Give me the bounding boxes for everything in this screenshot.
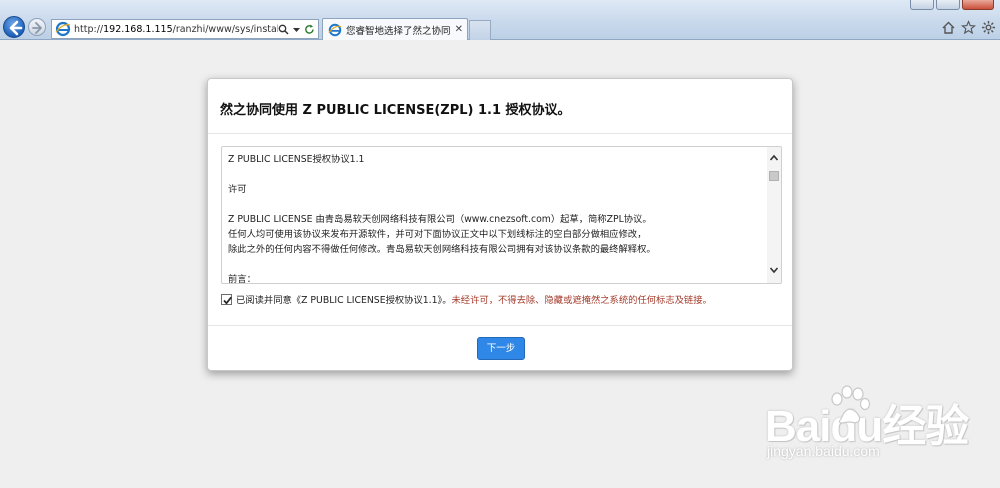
- back-button[interactable]: [3, 16, 25, 38]
- license-line: 任何人均可使用该协议来发布开源软件，并可对下面协议正文中以下划线标注的空白部分做…: [228, 229, 647, 240]
- close-window-button[interactable]: [962, 0, 994, 10]
- dropdown-icon[interactable]: [292, 24, 301, 35]
- agree-label[interactable]: 已阅读并同意《Z PUBLIC LICENSE授权协议1.1》。: [236, 292, 452, 306]
- search-icon[interactable]: [278, 24, 289, 35]
- license-line: 许可: [228, 184, 247, 195]
- tab-title: 您睿智地选择了然之协同! - ...: [346, 25, 451, 37]
- watermark-url: jingyan.baidu.com: [767, 443, 880, 459]
- scroll-up-icon[interactable]: [768, 153, 780, 165]
- maximize-button[interactable]: [936, 0, 960, 10]
- tab-ie-icon: [328, 23, 342, 36]
- tab-active[interactable]: 您睿智地选择了然之协同! - ... ✕: [322, 18, 468, 40]
- agree-warning: 未经许可，不得去除、隐藏或遮掩然之系统的任何标志及链接。: [451, 295, 712, 306]
- agree-checkbox[interactable]: [221, 293, 232, 305]
- baidu-watermark: Baidu经验 jingyan.baidu.com: [765, 385, 985, 475]
- new-tab-button[interactable]: [469, 20, 491, 40]
- dialog-footer: 下一步: [208, 325, 792, 371]
- star-icon[interactable]: [960, 20, 977, 35]
- license-line: 除此之外的任何内容不得做任何修改。青岛易软天创网络科技有限公司拥有对该协议条款的…: [228, 244, 656, 255]
- dialog-header: 然之协同使用 Z PUBLIC LICENSE(ZPL) 1.1 授权协议。: [208, 79, 792, 134]
- toolbar-right: [941, 20, 996, 35]
- minimize-button[interactable]: [910, 0, 934, 10]
- forward-arrow-icon: [32, 22, 42, 34]
- home-icon[interactable]: [941, 20, 956, 35]
- back-arrow-icon: [9, 20, 23, 36]
- scroll-down-icon[interactable]: [768, 265, 780, 277]
- refresh-icon[interactable]: [304, 24, 315, 35]
- license-line: 前言：: [228, 274, 256, 284]
- address-bar[interactable]: http://192.168.1.115/ranzhi/www/sys/inst…: [51, 19, 319, 39]
- gear-icon[interactable]: [981, 20, 996, 35]
- license-text: Z PUBLIC LICENSE授权协议1.1 许可 Z PUBLIC LICE…: [222, 147, 781, 284]
- window-controls: [910, 0, 994, 10]
- address-tools: [278, 24, 315, 35]
- checkmark-icon: [223, 296, 232, 305]
- next-button[interactable]: 下一步: [477, 337, 525, 360]
- license-dialog: 然之协同使用 Z PUBLIC LICENSE(ZPL) 1.1 授权协议。 Z…: [207, 78, 793, 371]
- scroll-thumb[interactable]: [769, 171, 779, 181]
- browser-chrome: http://192.168.1.115/ranzhi/www/sys/inst…: [0, 0, 1000, 40]
- tab-close-icon[interactable]: ✕: [455, 24, 463, 35]
- license-line: Z PUBLIC LICENSE授权协议1.1: [228, 154, 365, 165]
- address-url[interactable]: http://192.168.1.115/ranzhi/www/sys/inst…: [74, 24, 278, 35]
- baidu-paw-icon: [831, 385, 871, 424]
- forward-button[interactable]: [28, 18, 46, 36]
- license-textarea[interactable]: Z PUBLIC LICENSE授权协议1.1 许可 Z PUBLIC LICE…: [221, 146, 782, 284]
- license-line: Z PUBLIC LICENSE 由青岛易软天创网络科技有限公司（www.cne…: [228, 214, 652, 225]
- ie-logo-icon: [55, 21, 71, 37]
- license-scrollbar[interactable]: [767, 147, 781, 283]
- dialog-title: 然之协同使用 Z PUBLIC LICENSE(ZPL) 1.1 授权协议。: [220, 103, 571, 118]
- agree-row: 已阅读并同意《Z PUBLIC LICENSE授权协议1.1》。 未经许可，不得…: [221, 292, 712, 306]
